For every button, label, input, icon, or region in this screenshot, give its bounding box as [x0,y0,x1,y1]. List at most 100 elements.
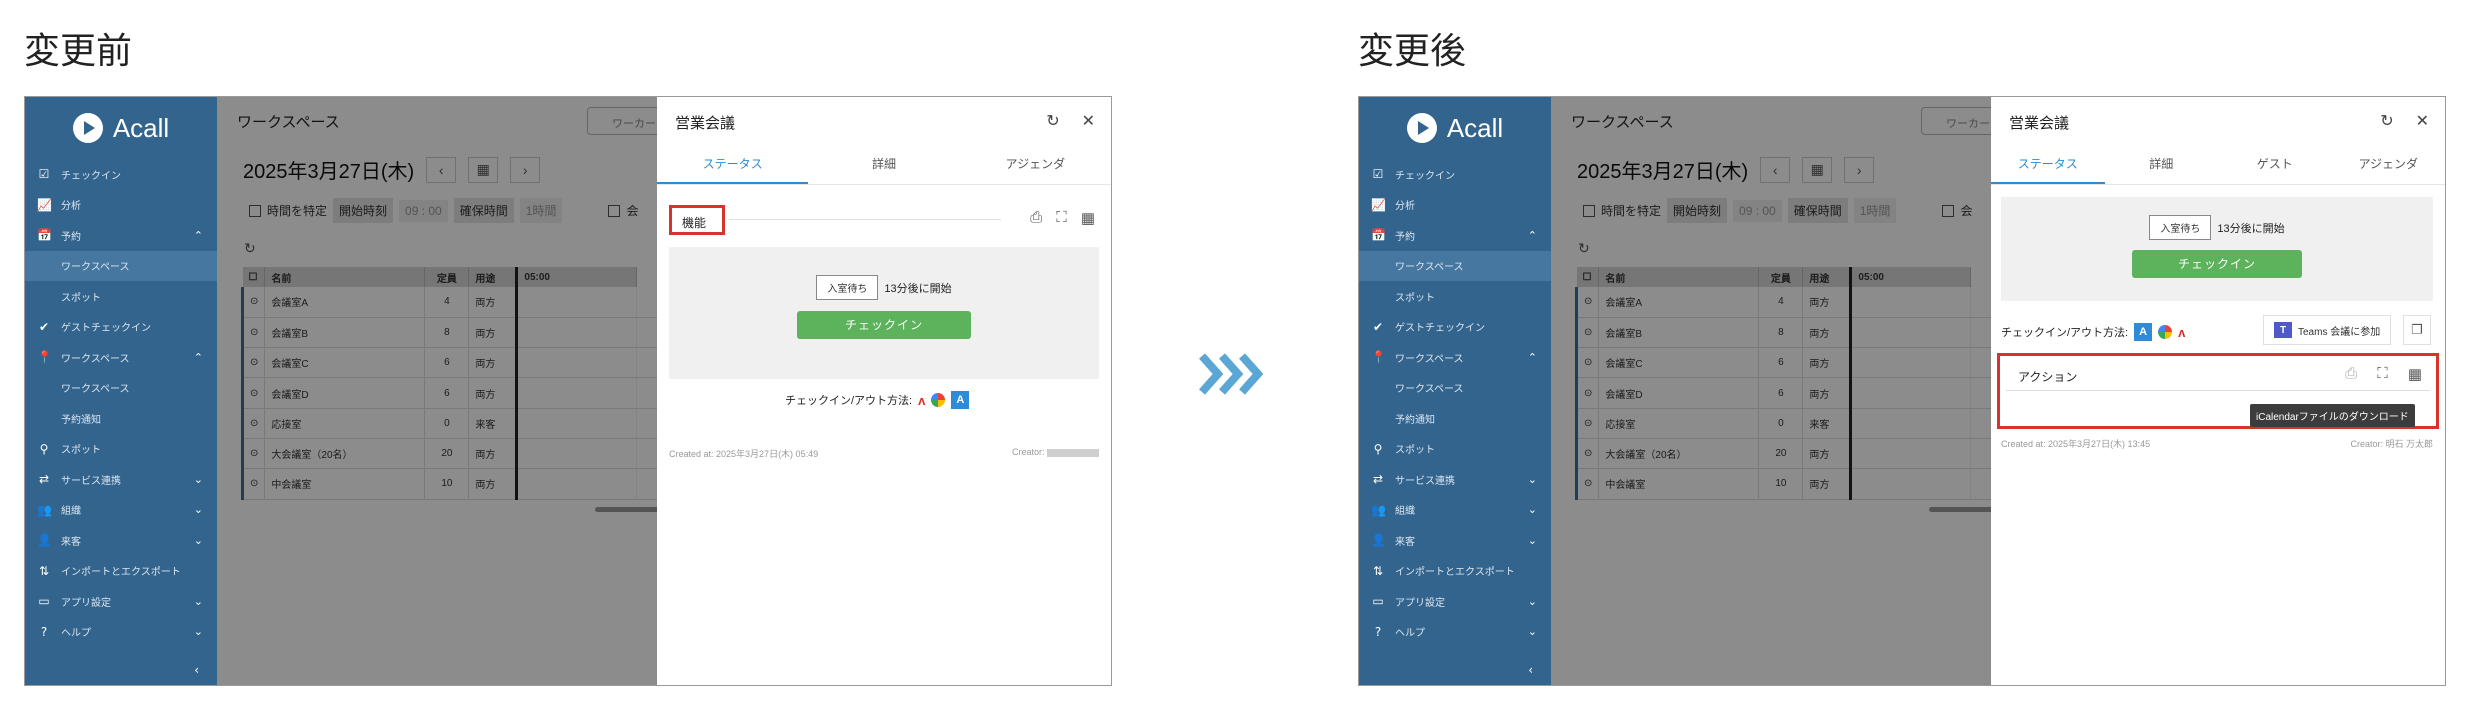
qr-scan-icon[interactable]: ⛶ [1056,209,1067,227]
sidebar-item-12[interactable]: 👤 来客 ⌄ [25,525,217,556]
app-settings-icon: ▭ [38,594,50,609]
methods-label: チェックイン/アウト方法: [785,395,913,407]
sidebar-item-label: スポット [61,292,101,304]
sidebar-item-label: ワークスペース [61,384,130,396]
refresh-icon[interactable]: ↻ [2380,111,2393,131]
sidebar-item-10[interactable]: ⇄ サービス連携 ⌄ [25,464,217,495]
checkin-methods: チェックイン/アウト方法: A ʌ [2001,323,2185,341]
sidebar-item-5[interactable]: ✔ ゲストチェックイン [1359,312,1551,343]
collapse-icon[interactable]: ‹ [194,663,199,677]
sidebar-item-3[interactable]: ワークスペース [1359,250,1551,281]
sidebar-item-12[interactable]: 👤 来客 ⌄ [1359,525,1551,556]
tab-2[interactable]: ゲスト [2218,151,2332,184]
sidebar-item-label: サービス連携 [1395,475,1455,487]
sidebar-item-10[interactable]: ⇄ サービス連携 ⌄ [1359,464,1551,495]
sidebar-item-14[interactable]: ▭ アプリ設定 ⌄ [1359,586,1551,617]
chevron-icon: ⌃ [193,228,203,242]
import-export-icon: ⇅ [38,563,50,578]
transition-arrow-icon [1198,350,1268,398]
sidebar-item-11[interactable]: 👥 組織 ⌄ [25,495,217,526]
copy-icon[interactable]: ❐ [2403,315,2431,345]
sidebar-item-13[interactable]: ⇅ インポートとエクスポート [25,556,217,587]
sidebar-item-2[interactable]: 📅 予約 ⌃ [1359,220,1551,251]
sidebar-item-label: スポット [1395,292,1435,304]
sidebar-item-1[interactable]: 📈 分析 [25,190,217,221]
check-icon: ✔ [1372,319,1384,334]
calendar-download-icon[interactable]: ▦ [2408,365,2422,383]
event-drawer: 営業会議 ↻ ✕ ステータス 詳細 アジェンダ 機能 ⎙ ⛶ ▦ 入室待ち 13分後… [657,97,1111,685]
sidebar-item-6[interactable]: 📍 ワークスペース ⌃ [1359,342,1551,373]
refresh-icon[interactable]: ↻ [1046,111,1059,131]
sidebar-item-label: 予約 [1395,231,1415,243]
sidebar-item-15[interactable]: ? ヘルプ ⌄ [25,617,217,648]
methods-label: チェックイン/アウト方法: [2001,327,2129,339]
sidebar-item-7[interactable]: ワークスペース [1359,373,1551,404]
sidebar-item-5[interactable]: ✔ ゲストチェックイン [25,312,217,343]
print-icon[interactable]: ⎙ [2345,365,2357,383]
sidebar-item-7[interactable]: ワークスペース [25,373,217,404]
service-icon: ⇄ [38,472,50,487]
teams-icon: T [2274,322,2292,338]
tab-0[interactable]: ステータス [1991,151,2105,184]
service-icon: ⇄ [1372,472,1384,487]
chart-icon: 📈 [37,197,52,212]
visitor-icon: 👤 [1371,533,1386,548]
sidebar-item-14[interactable]: ▭ アプリ設定 ⌄ [25,586,217,617]
sidebar-item-label: サービス連携 [61,475,121,487]
sidebar-item-label: ワークスペース [1395,384,1464,396]
checkin-button[interactable]: チェックイン [2132,250,2302,278]
print-icon[interactable]: ⎙ [1030,209,1042,227]
tab-3[interactable]: アジェンダ [2332,151,2446,184]
spot-pin-icon: ⚲ [39,441,49,456]
checkbox-icon: ☑ [38,167,50,182]
chevron-icon: ⌄ [1527,533,1537,547]
sidebar-item-8[interactable]: 予約通知 [1359,403,1551,434]
tab-1[interactable]: 詳細 [808,151,959,184]
sidebar-item-13[interactable]: ⇅ インポートとエクスポート [1359,556,1551,587]
close-icon[interactable]: ✕ [2416,111,2429,131]
organization-icon: 👥 [1371,502,1386,517]
icalendar-tooltip: iCalendarファイルのダウンロード [2250,404,2415,427]
close-icon[interactable]: ✕ [1082,111,1095,131]
sidebar-item-11[interactable]: 👥 組織 ⌄ [1359,495,1551,526]
calendar-download-icon[interactable]: ▦ [1081,209,1095,227]
collapse-icon[interactable]: ‹ [1528,663,1533,677]
sidebar-item-4[interactable]: スポット [25,281,217,312]
tab-1[interactable]: 詳細 [2105,151,2219,184]
sidebar-item-15[interactable]: ? ヘルプ ⌄ [1359,617,1551,648]
sidebar-item-label: 分析 [1395,201,1415,213]
chevron-icon: ⌄ [1527,503,1537,517]
sidebar-item-label: 予約通知 [1395,414,1435,426]
sidebar-item-6[interactable]: 📍 ワークスペース ⌃ [25,342,217,373]
tab-0[interactable]: ステータス [657,151,809,184]
sidebar-item-3[interactable]: ワークスペース [25,250,217,281]
sidebar-item-label: 予約通知 [61,414,101,426]
sidebar-item-label: インポートとエクスポート [1395,567,1515,579]
pin-icon: 📍 [1371,350,1386,365]
sidebar-item-9[interactable]: ⚲ スポット [1359,434,1551,465]
teams-join-button[interactable]: T Teams 会議に参加 [2263,315,2392,345]
import-export-icon: ⇅ [1372,563,1384,578]
status-row: 入室待ち 13分後に開始 [2001,215,2433,240]
google-method-icon [931,393,946,407]
status-box: 入室待ち 13分後に開始 チェックイン [669,247,1099,379]
sidebar-item-1[interactable]: 📈 分析 [1359,190,1551,221]
sidebar-item-0[interactable]: ☑ チェックイン [1359,159,1551,190]
drawer-tabs-before: ステータス 詳細 アジェンダ [657,151,1111,185]
chevron-icon: ⌃ [193,350,203,364]
chevron-icon: ⌃ [1527,350,1537,364]
checkin-button[interactable]: チェックイン [797,311,971,339]
sidebar-nav: ☑ チェックイン 📈 分析 📅 予約 ⌃ ワークスペース スポット ✔ ゲストチェックイン 📍 ワークス… [25,159,217,647]
creator: Creator: 明石 万太郎 [2350,439,2433,449]
sidebar-item-label: スポット [1395,445,1435,457]
sidebar-item-0[interactable]: ☑ チェックイン [25,159,217,190]
sidebar-item-9[interactable]: ⚲ スポット [25,434,217,465]
sidebar-item-label: アプリ設定 [61,597,111,609]
sidebar-item-2[interactable]: 📅 予約 ⌃ [25,220,217,251]
sidebar-item-label: ワークスペース [1395,353,1464,365]
start-in-text: 13分後に開始 [884,282,952,295]
tab-2[interactable]: アジェンダ [960,151,1111,184]
sidebar-item-4[interactable]: スポット [1359,281,1551,312]
qr-scan-icon[interactable]: ⛶ [2377,365,2388,383]
sidebar-item-8[interactable]: 予約通知 [25,403,217,434]
